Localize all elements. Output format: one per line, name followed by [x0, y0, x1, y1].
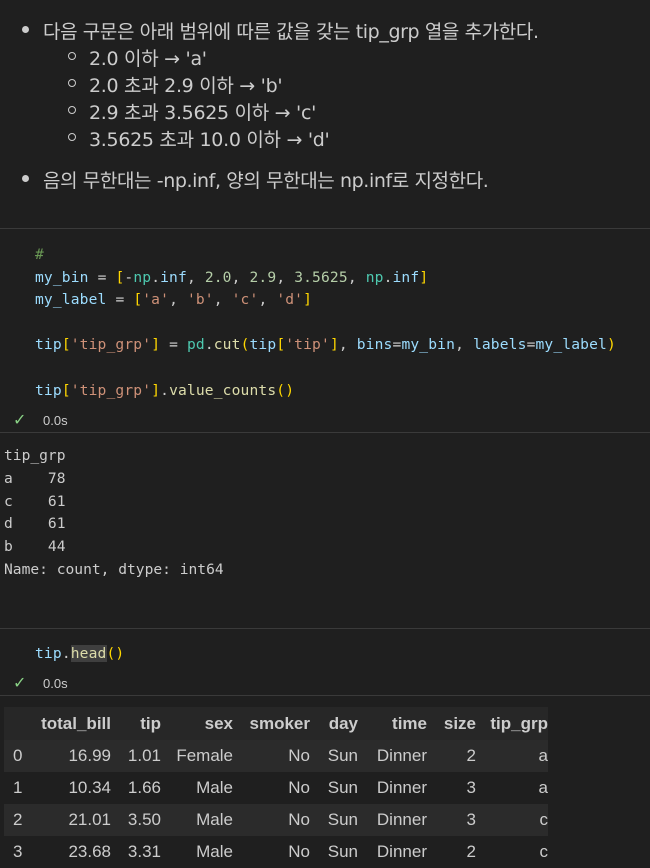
row-index: 0: [4, 740, 41, 772]
column-header: tip_grp: [476, 707, 548, 740]
table-cell: Female: [161, 740, 233, 772]
bullet-dot-icon: [22, 175, 29, 182]
table-cell: Dinner: [358, 804, 427, 836]
output-line: Name: count, dtype: int64: [4, 560, 224, 578]
table-cell: Dinner: [358, 740, 427, 772]
output-divider: [0, 695, 650, 696]
table-cell: 23.68: [41, 836, 111, 868]
table-cell: Sun: [310, 836, 358, 868]
table-cell: c: [476, 836, 548, 868]
table-cell: Male: [161, 836, 233, 868]
table-cell: 3: [427, 772, 476, 804]
table-cell: a: [476, 772, 548, 804]
output-line: tip_grp: [4, 447, 66, 464]
bullet-text: 다음 구문은 아래 범위에 따른 값을 갖는 tip_grp 열을 추가한다.: [43, 21, 539, 43]
row-index: 3: [4, 836, 41, 868]
table-cell: No: [233, 740, 310, 772]
table-row: 3 23.68 3.31 Male No Sun Dinner 2 c: [4, 836, 548, 868]
output-line: d 61: [4, 515, 66, 533]
output-line: b 44: [4, 538, 66, 556]
execution-time: 0.0s: [43, 676, 68, 691]
column-header: time: [358, 707, 427, 740]
table-cell: 2: [427, 836, 476, 868]
table-header-row: total_bill tip sex smoker day time size …: [4, 707, 548, 740]
sub-bullet-text: 2.0 이하 → 'a': [89, 48, 207, 70]
execution-time: 0.0s: [43, 413, 68, 428]
output-line: a 78: [4, 469, 66, 487]
column-header-index: [4, 707, 41, 740]
check-icon: ✓: [13, 675, 27, 692]
table-cell: 3.50: [111, 804, 161, 836]
table-cell: 2: [427, 740, 476, 772]
column-header: size: [427, 707, 476, 740]
output-divider: [0, 432, 650, 433]
sub-bullet-text: 3.5625 초과 10.0 이하 → 'd': [89, 129, 330, 151]
sub-bullet-text: 2.0 초과 2.9 이하 → 'b': [89, 75, 283, 97]
bullet-text: 음의 무한대는 -np.inf, 양의 무한대는 np.inf로 지정한다.: [43, 170, 489, 192]
table-cell: No: [233, 836, 310, 868]
column-header: sex: [161, 707, 233, 740]
table-cell: Dinner: [358, 772, 427, 804]
column-header: smoker: [233, 707, 310, 740]
table-cell: Dinner: [358, 836, 427, 868]
sub-bullet-text: 2.9 초과 3.5625 이하 → 'c': [89, 102, 317, 124]
table-cell: a: [476, 740, 548, 772]
table-cell: Sun: [310, 804, 358, 836]
column-header: day: [310, 707, 358, 740]
code-editor[interactable]: tip.head(): [35, 643, 124, 665]
table-cell: 3: [427, 804, 476, 836]
table-cell: Sun: [310, 772, 358, 804]
cell-divider: [0, 628, 650, 629]
table-cell: No: [233, 772, 310, 804]
column-header: total_bill: [41, 707, 111, 740]
cell-output: tip_grpa 78 c 61 d 61 b 44 Name: count, dtyp…: [4, 445, 224, 582]
circle-bullet-icon: [68, 52, 76, 60]
table-cell: 1.66: [111, 772, 161, 804]
circle-bullet-icon: [68, 106, 76, 114]
output-line: c 61: [4, 492, 66, 510]
table-cell: No: [233, 804, 310, 836]
table-row: 1 10.34 1.66 Male No Sun Dinner 3 a: [4, 772, 548, 804]
circle-bullet-icon: [68, 133, 76, 141]
table-row: 0 16.99 1.01 Female No Sun Dinner 2 a: [4, 740, 548, 772]
table-cell: c: [476, 804, 548, 836]
table-cell: 16.99: [41, 740, 111, 772]
bullet-dot-icon: [22, 26, 29, 33]
column-header: tip: [111, 707, 161, 740]
table-row: 2 21.01 3.50 Male No Sun Dinner 3 c: [4, 804, 548, 836]
row-index: 1: [4, 772, 41, 804]
check-icon: ✓: [13, 412, 27, 429]
row-index: 2: [4, 804, 41, 836]
circle-bullet-icon: [68, 79, 76, 87]
table-cell: Male: [161, 804, 233, 836]
code-editor[interactable]: # my_bin = [-np.inf, 2.0, 2.9, 3.5625, n…: [35, 244, 616, 402]
table-cell: 10.34: [41, 772, 111, 804]
table-cell: Male: [161, 772, 233, 804]
table-cell: Sun: [310, 740, 358, 772]
cell-divider: [0, 228, 650, 229]
table-cell: 3.31: [111, 836, 161, 868]
table-cell: 1.01: [111, 740, 161, 772]
table-cell: 21.01: [41, 804, 111, 836]
markdown-cell[interactable]: 다음 구문은 아래 범위에 따른 값을 갖는 tip_grp 열을 추가한다. …: [0, 0, 650, 228]
dataframe-table: total_bill tip sex smoker day time size …: [4, 707, 548, 868]
